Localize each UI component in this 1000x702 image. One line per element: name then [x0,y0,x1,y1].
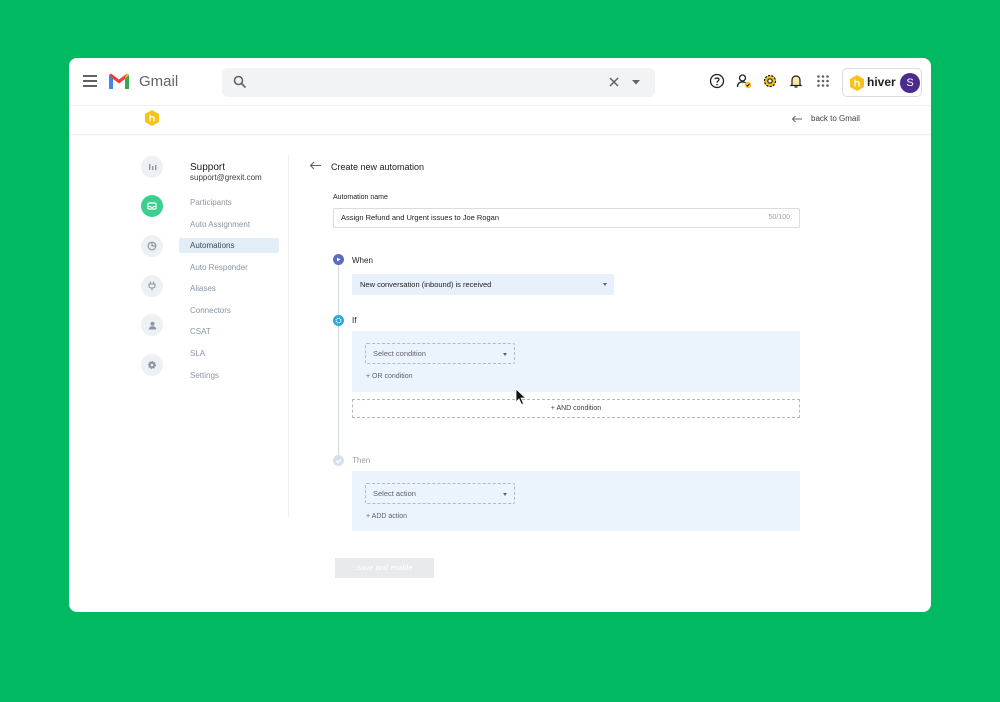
inbox-email: support@grexit.com [190,173,262,182]
apps-grid-icon[interactable] [815,73,831,89]
or-condition-link[interactable]: + OR condition [366,373,413,380]
condition-placeholder: Select condition [373,349,426,358]
hiver-logo-icon[interactable] [144,109,160,127]
analytics-rail-button[interactable] [141,235,163,257]
automation-name-value: Assign Refund and Urgent issues to Joe R… [341,213,500,222]
back-arrow-icon[interactable] [309,161,322,170]
gear-icon [147,360,157,370]
then-step-icon [333,455,344,466]
action-select[interactable]: Select action [365,483,515,504]
search-bar[interactable] [222,68,655,97]
sidebar-item-participants[interactable]: Participants [179,195,279,210]
menu-icon[interactable] [83,75,97,87]
sidebar-item-automations[interactable]: Automations [179,238,279,253]
character-count: 50/100 [768,214,790,221]
page-title: Create new automation [331,162,425,172]
person-icon [148,321,156,329]
inbox-name: Support [190,162,226,173]
hiver-account-pill[interactable]: hiver S [842,68,922,97]
search-options-icon[interactable] [632,80,640,85]
notifications-bell-icon[interactable] [788,73,804,89]
if-label: If [352,316,357,325]
if-step-icon [333,315,344,326]
action-placeholder: Select action [373,489,416,498]
sidebar-item-auto-responder[interactable]: Auto Responder [179,260,279,275]
chevron-down-icon [503,353,507,356]
help-icon[interactable] [709,73,725,89]
play-icon [337,257,341,262]
plug-icon [148,281,156,291]
when-label: When [352,256,373,265]
add-action-link[interactable]: + ADD action [366,513,407,520]
clear-search-icon[interactable] [608,76,620,88]
gmail-title: Gmail [139,73,179,90]
condition-select[interactable]: Select condition [365,343,515,364]
bar-chart-icon [148,164,156,170]
inbox-rail-button[interactable] [141,195,163,217]
app-window: Gmail hiver S back to Gmail Support supp… [69,58,931,612]
back-to-gmail-label: back to Gmail [811,114,860,123]
sidebar-item-auto-assignment[interactable]: Auto Assignment [179,217,279,232]
sidebar-item-connectors[interactable]: Connectors [179,303,279,318]
stats-rail-button[interactable] [141,156,163,178]
automation-name-label: Automation name [333,194,388,201]
sidebar-item-aliases[interactable]: Aliases [179,281,279,296]
hiver-subbar: back to Gmail [69,105,931,135]
sidebar-item-csat[interactable]: CSAT [179,324,279,339]
sidebar-item-settings[interactable]: Settings [179,368,279,383]
integrations-rail-button[interactable] [141,275,163,297]
save-and-enable-button[interactable]: Save and enable [335,558,434,578]
check-icon [335,458,342,464]
user-status-icon[interactable] [736,73,752,89]
search-icon[interactable] [233,75,247,89]
condition-panel: Select condition + OR condition [352,331,800,392]
arrow-left-icon [791,115,802,122]
then-label: Then [352,456,371,465]
back-to-gmail-link[interactable]: back to Gmail [791,114,860,123]
settings-rail-button[interactable] [141,354,163,376]
avatar[interactable]: S [900,73,920,93]
search-input[interactable] [258,73,598,92]
inbox-icon [147,202,157,210]
flow-connector-line [338,265,339,457]
hiver-label: hiver [867,75,896,89]
and-condition-button[interactable]: + AND condition [352,399,800,418]
chevron-down-icon [603,283,607,286]
gmail-header: Gmail hiver S [69,58,931,105]
mouse-pointer-icon [515,388,527,406]
when-step-icon [333,254,344,265]
sidebar-divider [288,155,289,517]
sidebar-item-sla[interactable]: SLA [179,346,279,361]
pie-chart-icon [147,241,157,251]
trigger-select[interactable]: New conversation (inbound) is received [352,274,614,295]
gear-icon [335,317,342,324]
gmail-logo-icon [109,73,129,89]
automation-name-input[interactable]: Assign Refund and Urgent issues to Joe R… [333,208,800,228]
settings-gear-icon[interactable] [762,73,778,89]
chevron-down-icon [503,493,507,496]
users-rail-button[interactable] [141,314,163,336]
action-panel: Select action + ADD action [352,471,800,531]
hiver-logo-icon [850,75,864,91]
trigger-selected-value: New conversation (inbound) is received [360,280,492,289]
